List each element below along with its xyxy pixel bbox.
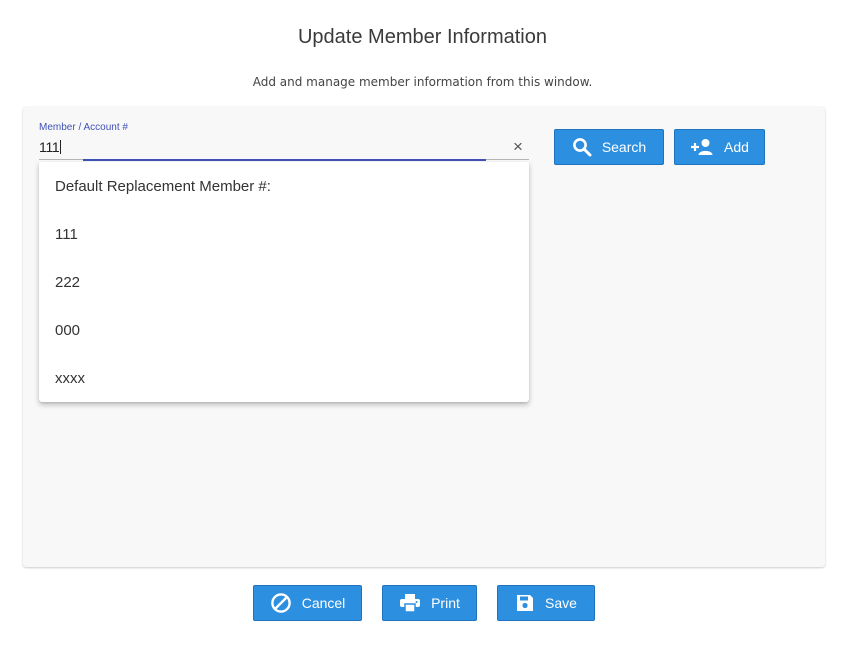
dropdown-option[interactable]: xxxx xyxy=(39,354,529,402)
member-autocomplete-dropdown: Default Replacement Member #: 111 222 00… xyxy=(39,162,529,402)
member-field-focus-underline xyxy=(83,159,486,161)
cancel-button[interactable]: Cancel xyxy=(253,585,362,621)
dropdown-option[interactable]: Default Replacement Member #: xyxy=(39,162,529,210)
close-icon: × xyxy=(513,137,523,156)
print-button-label: Print xyxy=(431,595,460,611)
printer-icon xyxy=(399,593,421,613)
save-button-label: Save xyxy=(545,595,577,611)
cancel-button-label: Cancel xyxy=(301,595,346,611)
member-field-label: Member / Account # xyxy=(39,122,128,133)
add-user-icon xyxy=(690,138,714,156)
cancel-icon xyxy=(270,592,292,614)
print-button[interactable]: Print xyxy=(382,585,477,621)
dropdown-option[interactable]: 222 xyxy=(39,258,529,306)
member-account-input[interactable]: 111 xyxy=(39,139,62,155)
search-button-label: Search xyxy=(601,139,647,155)
floppy-disk-icon xyxy=(515,593,535,613)
dropdown-option[interactable]: 111 xyxy=(39,210,529,258)
add-member-button[interactable]: Add xyxy=(674,129,765,165)
save-button[interactable]: Save xyxy=(497,585,595,621)
search-button[interactable]: Search xyxy=(554,129,664,165)
page-subtitle: Add and manage member information from t… xyxy=(252,75,593,89)
update-member-page: Update Member Information Add and manage… xyxy=(0,0,845,656)
clear-input-button[interactable]: × xyxy=(510,138,526,156)
dropdown-option[interactable]: 000 xyxy=(39,306,529,354)
page-title: Update Member Information xyxy=(297,26,547,48)
add-button-label: Add xyxy=(724,139,749,155)
search-icon xyxy=(572,137,592,157)
text-caret xyxy=(60,140,62,154)
member-account-input-value: 111 xyxy=(39,139,60,155)
